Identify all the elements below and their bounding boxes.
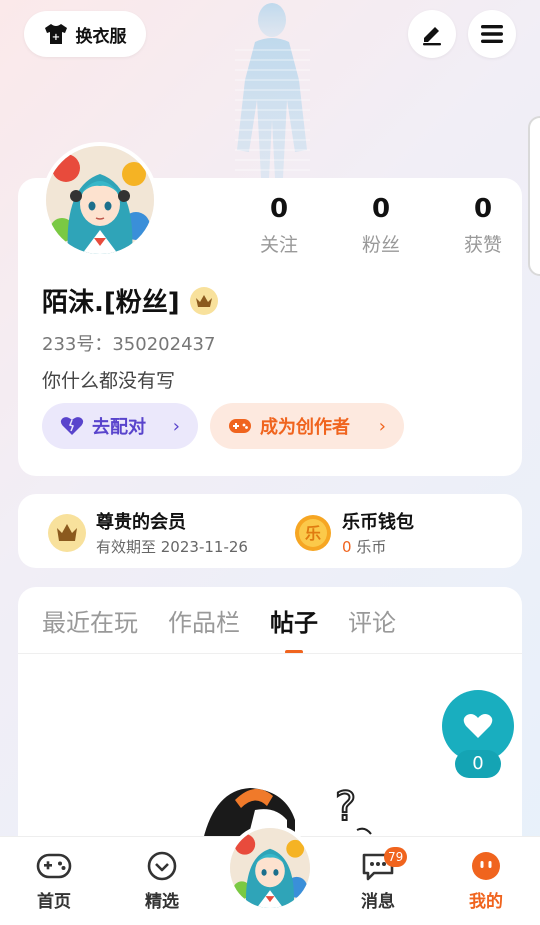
anime-avatar-image	[230, 828, 310, 908]
vip-member-entry[interactable]: 尊贵的会员 有效期至 2023-11-26	[48, 508, 248, 557]
svg-text:+: +	[51, 32, 59, 43]
like-count: 0	[455, 750, 501, 778]
nav-messages[interactable]: 79 消息	[338, 847, 418, 912]
tab-comments[interactable]: 评论	[348, 603, 396, 638]
user-id: 233号：350202437	[42, 334, 216, 355]
profile-avatar[interactable]	[42, 142, 158, 258]
crown-icon	[48, 513, 86, 552]
heart-icon	[463, 714, 493, 738]
menu-button[interactable]	[468, 10, 516, 58]
chevron-right-icon: ›	[378, 415, 386, 437]
vip-expiry: 有效期至 2023-11-26	[96, 538, 248, 556]
edit-profile-button[interactable]	[408, 10, 456, 58]
stat-following[interactable]: 0 关注	[228, 194, 330, 257]
pair-button[interactable]: 去配对 ›	[42, 403, 198, 449]
tab-divider	[18, 653, 522, 654]
gamepad-icon	[229, 419, 251, 433]
stat-label: 关注	[259, 234, 298, 256]
stat-value: 0	[269, 194, 289, 224]
nav-label: 我的	[469, 892, 503, 912]
shirt-icon: +	[44, 24, 67, 44]
face-icon	[472, 852, 500, 880]
tab-bar: 最近在玩 作品栏 帖子 评论	[42, 603, 396, 638]
svg-text:?: ?	[335, 784, 356, 830]
stat-followers[interactable]: 0 粉丝	[330, 194, 432, 257]
menu-icon	[481, 25, 503, 43]
stat-value: 0	[371, 194, 391, 224]
wallet-amount: 0	[342, 538, 352, 556]
crown-icon[interactable]	[189, 286, 218, 315]
avatar-figure-silhouette	[235, 3, 310, 178]
stat-label: 粉丝	[361, 234, 400, 256]
anime-avatar-image	[46, 146, 154, 254]
pen-icon	[423, 27, 441, 46]
pair-label: 去配对	[92, 417, 146, 438]
heart-circle-icon	[147, 851, 177, 881]
user-bio: 你什么都没有写	[42, 370, 176, 392]
unread-badge: 79	[384, 847, 408, 867]
tab-works[interactable]: 作品栏	[168, 603, 240, 638]
gamepad-icon	[36, 853, 72, 879]
wallet-entry[interactable]: 乐 乐币钱包 0 乐币	[294, 508, 414, 557]
stat-value: 0	[473, 194, 493, 224]
wallet-balance: 0 乐币	[342, 536, 414, 557]
username: 陌沫.[粉丝]	[42, 288, 180, 318]
become-creator-button[interactable]: 成为创作者 ›	[210, 403, 404, 449]
nav-label: 首页	[37, 892, 71, 912]
heart-icon	[60, 417, 84, 435]
wallet-unit: 乐币	[356, 538, 387, 556]
nav-featured[interactable]: 精选	[122, 851, 202, 912]
nav-home[interactable]: 首页	[14, 851, 94, 912]
svg-text:乐: 乐	[305, 524, 321, 543]
nav-label: 消息	[361, 892, 395, 912]
nav-center-avatar[interactable]	[226, 824, 314, 912]
wallet-title: 乐币钱包	[342, 512, 414, 533]
stats-row: 0 关注 0 粉丝 0 获赞	[228, 194, 534, 257]
tab-posts[interactable]: 帖子	[270, 603, 318, 638]
vip-title: 尊贵的会员	[96, 512, 186, 533]
stat-label: 获赞	[463, 234, 502, 256]
coin-icon: 乐	[295, 514, 331, 551]
change-outfit-label: 换衣服	[75, 26, 127, 47]
nav-label: 精选	[145, 892, 179, 912]
member-wallet-card: 尊贵的会员 有效期至 2023-11-26 乐 乐币钱包 0 乐币	[18, 494, 522, 568]
stat-likes[interactable]: 0 获赞	[432, 194, 534, 257]
change-outfit-button[interactable]: + 换衣服	[24, 11, 146, 57]
chevron-right-icon: ›	[172, 415, 180, 437]
tab-recent-played[interactable]: 最近在玩	[42, 603, 138, 638]
nav-me[interactable]: 我的	[446, 851, 526, 912]
username-row: 陌沫.[粉丝]	[42, 282, 218, 319]
creator-label: 成为创作者	[260, 417, 350, 438]
